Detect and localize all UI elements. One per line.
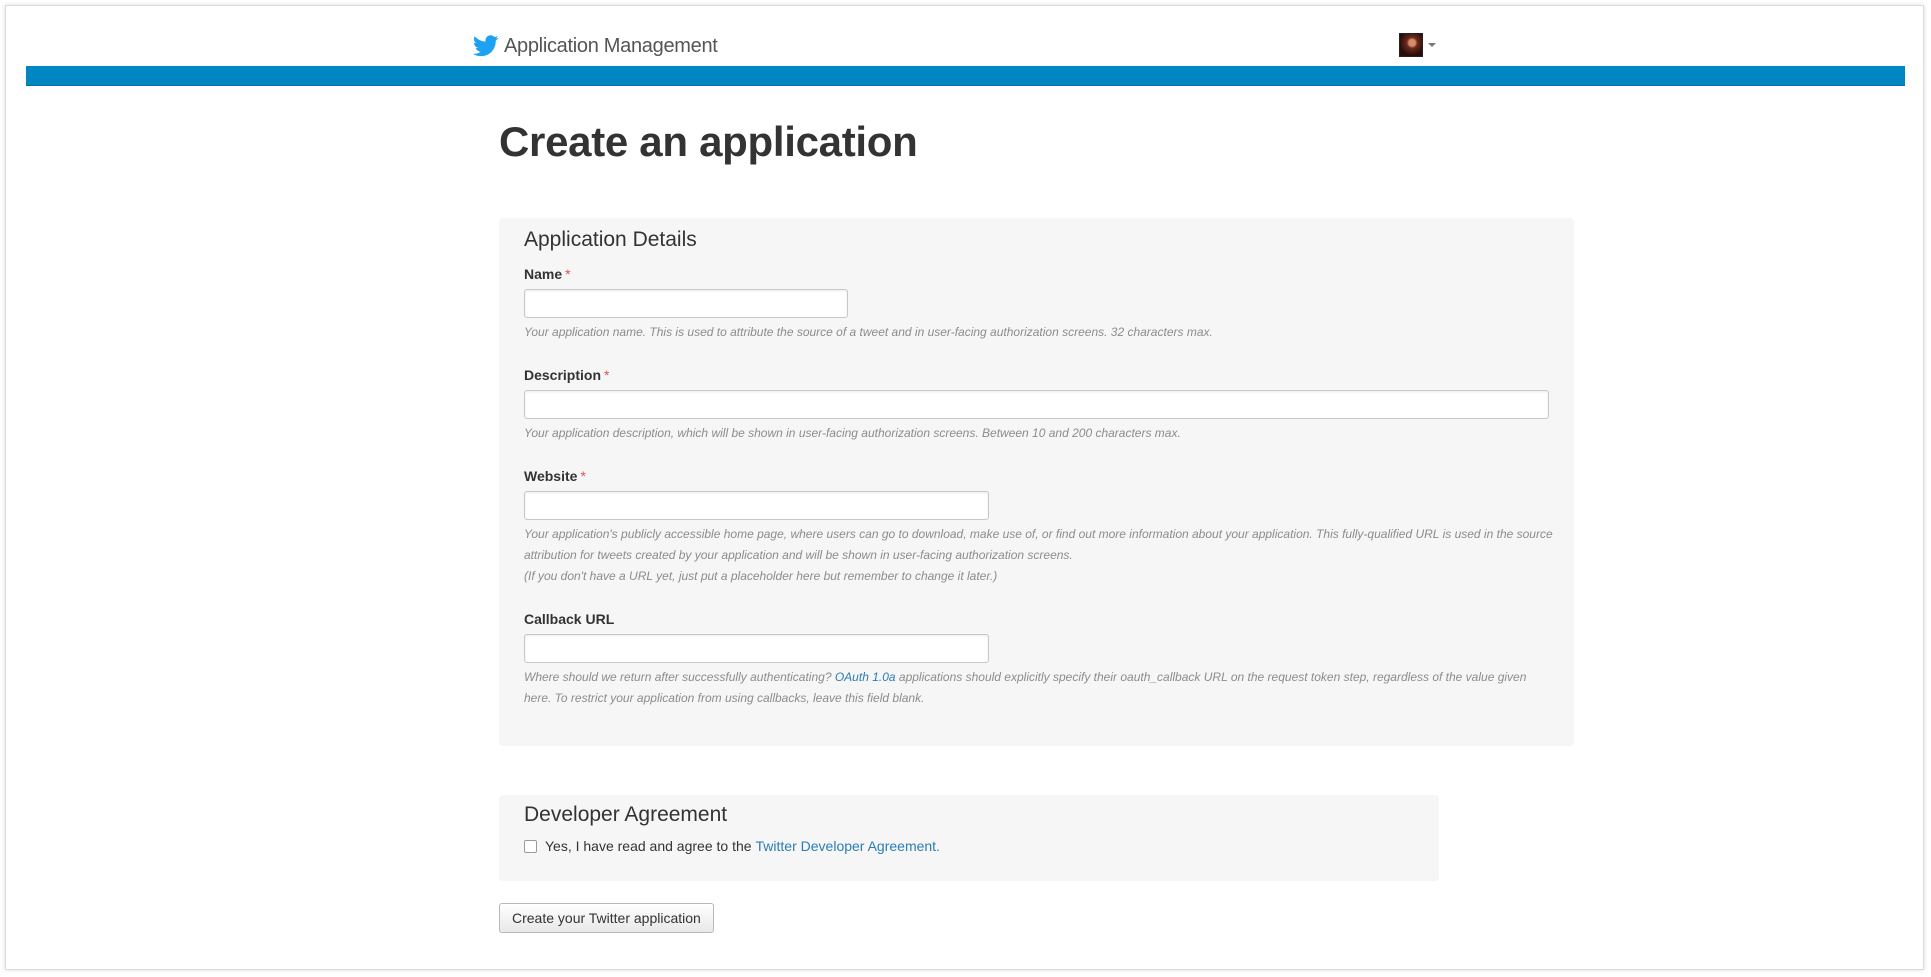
description-label: Description * bbox=[524, 367, 609, 383]
website-label-text: Website bbox=[524, 468, 578, 484]
agreement-text: Yes, I have read and agree to the bbox=[545, 838, 752, 854]
section-title: Developer Agreement bbox=[524, 803, 728, 826]
agreement-row: Yes, I have read and agree to the Twitte… bbox=[524, 838, 940, 854]
agreement-checkbox[interactable] bbox=[524, 839, 537, 853]
description-field[interactable] bbox=[524, 390, 1549, 419]
name-label-text: Name bbox=[524, 266, 563, 282]
page-title: Create an application bbox=[499, 118, 918, 165]
required-mark: * bbox=[580, 468, 586, 484]
website-help-text: Your application's publicly accessible h… bbox=[524, 527, 1553, 562]
create-application-button[interactable]: Create your Twitter application bbox=[499, 903, 714, 933]
website-field[interactable] bbox=[524, 491, 989, 520]
brand[interactable]: Application Management bbox=[473, 28, 718, 64]
name-help: Your application name. This is used to a… bbox=[524, 325, 1213, 339]
top-navigation bbox=[26, 6, 1905, 66]
developer-agreement-panel: Developer Agreement Yes, I have read and… bbox=[499, 795, 1439, 881]
avatar[interactable] bbox=[1399, 33, 1423, 57]
chevron-down-icon[interactable] bbox=[1428, 43, 1436, 47]
description-help: Your application description, which will… bbox=[524, 426, 1181, 440]
callback-help: Where should we return after successfull… bbox=[524, 667, 1554, 709]
twitter-bird-icon bbox=[473, 35, 499, 57]
oauth-link[interactable]: OAuth 1.0a bbox=[835, 670, 896, 684]
brand-title: Application Management bbox=[504, 34, 718, 57]
callback-label: Callback URL bbox=[524, 611, 615, 627]
header-accent-bar bbox=[26, 66, 1905, 86]
description-label-text: Description bbox=[524, 367, 602, 383]
required-mark: * bbox=[604, 367, 610, 383]
name-field[interactable] bbox=[524, 289, 848, 318]
required-mark: * bbox=[565, 266, 571, 282]
website-help-note: (If you don't have a URL yet, just put a… bbox=[524, 569, 998, 583]
name-label: Name * bbox=[524, 266, 571, 282]
callback-help-before: Where should we return after successfull… bbox=[524, 670, 832, 684]
section-title: Application Details bbox=[524, 228, 697, 251]
user-menu[interactable] bbox=[1399, 33, 1436, 57]
website-label: Website * bbox=[524, 468, 586, 484]
developer-agreement-link[interactable]: Twitter Developer Agreement. bbox=[756, 838, 940, 854]
website-help: Your application's publicly accessible h… bbox=[524, 524, 1554, 587]
callback-url-field[interactable] bbox=[524, 634, 989, 663]
application-details-panel: Application Details Name * Your applicati… bbox=[499, 218, 1574, 746]
